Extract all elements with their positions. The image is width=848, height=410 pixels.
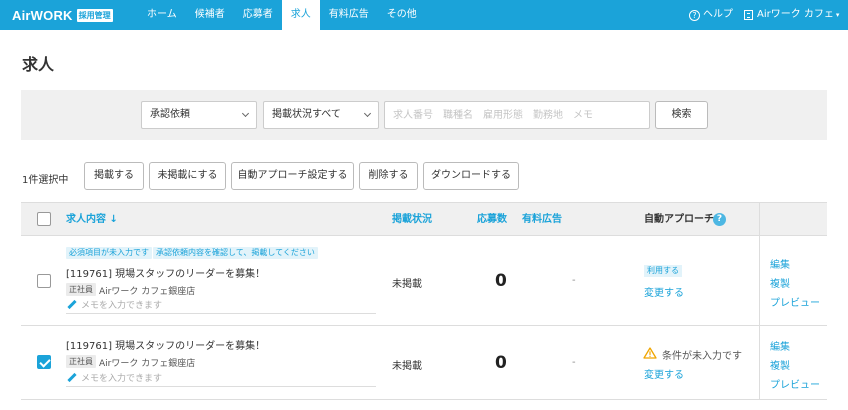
- duplicate-link[interactable]: 複製: [770, 357, 790, 372]
- change-auto-approach-link[interactable]: 変更する: [644, 284, 684, 299]
- memo-placeholder: メモを入力できます: [81, 374, 163, 384]
- column-header-applicants[interactable]: 応募数: [477, 203, 507, 236]
- status-select-value: 掲載状況すべて: [272, 109, 341, 120]
- applicant-count: 0: [495, 353, 507, 373]
- logo-text: AirWORK: [12, 7, 73, 23]
- row-checkbox[interactable]: [37, 355, 51, 369]
- help-icon: ?: [689, 9, 700, 21]
- edit-link[interactable]: 編集: [770, 338, 790, 353]
- account-label: Airワーク カフェ: [757, 9, 834, 20]
- warning-icon: [643, 347, 657, 359]
- page-title: 求人: [22, 55, 55, 74]
- column-header-auto-approach: 自動アプローチ: [644, 214, 714, 225]
- auto-approach-status: 利用する: [644, 265, 682, 277]
- table-header: 求人内容 ↓ 掲載状況 応募数 有料広告 自動アプローチ ?: [21, 202, 827, 236]
- status-select[interactable]: 掲載状況すべて: [263, 101, 379, 129]
- select-all-checkbox[interactable]: [37, 212, 51, 226]
- top-navigation-bar: AirWORK 採用管理 ホーム 候補者 応募者 求人 有料広告 その他 ? ヘ…: [0, 0, 848, 30]
- download-button[interactable]: ダウンロードする: [423, 162, 519, 190]
- memo-placeholder: メモを入力できます: [81, 301, 163, 311]
- column-header-paid-ad[interactable]: 有料広告: [522, 203, 562, 236]
- approval-select-value: 承認依頼: [150, 109, 190, 120]
- logo-badge: 採用管理: [76, 8, 113, 22]
- main-nav: ホーム 候補者 応募者 求人 有料広告 その他: [138, 0, 426, 30]
- publish-status: 未掲載: [392, 279, 422, 290]
- preview-link[interactable]: プレビュー: [770, 376, 820, 391]
- pencil-icon: [67, 372, 77, 383]
- unpublish-button[interactable]: 未掲載にする: [149, 162, 226, 190]
- delete-button[interactable]: 削除する: [359, 162, 418, 190]
- selected-count: 1件選択中: [22, 175, 69, 186]
- employment-badge: 正社員: [66, 355, 96, 368]
- column-header-content[interactable]: 求人内容 ↓: [66, 203, 118, 236]
- chevron-down-icon: [363, 109, 372, 118]
- search-panel: 承認依頼 掲載状況すべて 検索: [21, 90, 827, 140]
- duplicate-link[interactable]: 複製: [770, 275, 790, 290]
- column-divider: [759, 203, 760, 236]
- nav-item-candidates[interactable]: 候補者: [186, 0, 234, 30]
- nav-item-paid-ads[interactable]: 有料広告: [320, 0, 378, 30]
- store-name: Airワーク カフェ銀座店: [99, 287, 196, 297]
- column-divider: [759, 326, 760, 400]
- edit-link[interactable]: 編集: [770, 256, 790, 271]
- chevron-down-icon: [241, 109, 250, 118]
- publish-status: 未掲載: [392, 361, 422, 372]
- search-button[interactable]: 検索: [655, 101, 708, 129]
- memo-field[interactable]: メモを入力できます: [66, 372, 376, 387]
- approval-select[interactable]: 承認依頼: [141, 101, 257, 129]
- auto-approach-button[interactable]: 自動アプローチ設定する: [231, 162, 354, 190]
- column-header-status[interactable]: 掲載状況: [392, 203, 432, 236]
- keyword-search-input[interactable]: [384, 101, 650, 129]
- applicant-count: 0: [495, 271, 507, 291]
- chevron-down-icon: ▾: [835, 11, 840, 19]
- help-link[interactable]: ? ヘルプ: [689, 0, 733, 30]
- paid-ad-value: -: [572, 275, 576, 286]
- change-auto-approach-link[interactable]: 変更する: [644, 366, 684, 381]
- preview-link[interactable]: プレビュー: [770, 294, 820, 309]
- auto-approach-warning: 条件が未入力です: [662, 351, 742, 362]
- job-title[interactable]: [119761] 現場スタッフのリーダーを募集！: [66, 337, 265, 352]
- warning-tag: 承認依頼内容を確認して、掲載してください: [153, 247, 318, 259]
- column-divider: [759, 236, 760, 325]
- nav-item-other[interactable]: その他: [378, 0, 426, 30]
- account-menu[interactable]: Airワーク カフェ ▾: [744, 0, 839, 30]
- table-row: 必須項目が未入力です 承認依頼内容を確認して、掲載してください [119761]…: [21, 236, 827, 326]
- nav-item-home[interactable]: ホーム: [138, 0, 186, 30]
- nav-item-applicants[interactable]: 応募者: [234, 0, 282, 30]
- row-checkbox[interactable]: [37, 274, 51, 288]
- question-icon[interactable]: ?: [713, 213, 726, 226]
- job-title[interactable]: [119761] 現場スタッフのリーダーを募集！: [66, 265, 265, 280]
- warning-tag: 必須項目が未入力です: [66, 247, 152, 259]
- employment-badge: 正社員: [66, 283, 96, 296]
- building-icon: [744, 10, 753, 20]
- paid-ad-value: -: [572, 357, 576, 368]
- memo-field[interactable]: メモを入力できます: [66, 299, 376, 314]
- table-row: [119761] 現場スタッフのリーダーを募集！ 正社員 Airワーク カフェ銀…: [21, 326, 827, 400]
- nav-item-jobs[interactable]: 求人: [281, 0, 320, 30]
- help-label: ヘルプ: [703, 9, 733, 20]
- publish-button[interactable]: 掲載する: [84, 162, 144, 190]
- airwork-logo[interactable]: AirWORK 採用管理: [12, 7, 113, 23]
- store-name: Airワーク カフェ銀座店: [99, 359, 196, 369]
- pencil-icon: [67, 299, 77, 310]
